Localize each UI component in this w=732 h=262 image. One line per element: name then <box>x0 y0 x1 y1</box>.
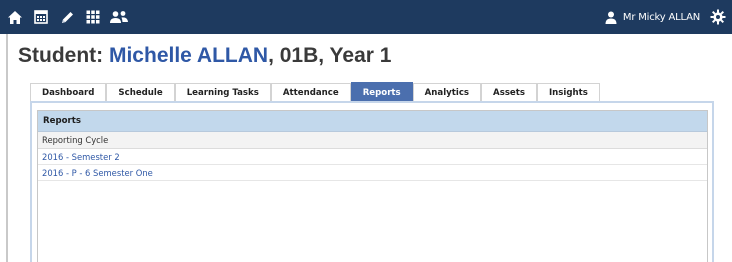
tab-schedule[interactable]: Schedule <box>106 83 175 102</box>
users-icon[interactable] <box>108 4 130 30</box>
tab-insights[interactable]: Insights <box>536 83 600 102</box>
home-icon[interactable] <box>4 4 26 30</box>
report-row[interactable]: 2016 - P - 6 Semester One <box>38 165 707 181</box>
user-menu[interactable]: Mr Micky ALLAN <box>605 0 726 34</box>
tab-learning-tasks[interactable]: Learning Tasks <box>174 83 271 102</box>
pencil-icon[interactable] <box>56 4 78 30</box>
tab-reports[interactable]: Reports <box>350 82 413 102</box>
gear-icon[interactable] <box>710 9 726 25</box>
page-title: Student: Michelle ALLAN, 01B, Year 1 <box>18 44 391 68</box>
reports-panel: Reports Reporting Cycle 2016 - Semester … <box>37 110 708 262</box>
title-prefix: Student: <box>18 44 109 67</box>
reporting-cycle-column-header[interactable]: Reporting Cycle <box>38 132 707 149</box>
user-icon <box>605 11 617 24</box>
top-navigation-bar: Mr Micky ALLAN <box>0 0 732 34</box>
student-name: Michelle ALLAN <box>108 44 269 67</box>
user-name[interactable]: Mr Micky ALLAN <box>623 12 700 23</box>
title-suffix: , 01B, Year 1 <box>268 44 392 67</box>
tab-bar: Dashboard Schedule Learning Tasks Attend… <box>30 82 600 102</box>
tab-assets[interactable]: Assets <box>481 83 537 102</box>
tab-attendance[interactable]: Attendance <box>270 83 351 102</box>
grid-icon[interactable] <box>82 4 104 30</box>
report-row[interactable]: 2016 - Semester 2 <box>38 149 707 165</box>
reports-panel-title: Reports <box>38 111 707 132</box>
left-frame-border <box>6 34 8 262</box>
calendar-icon[interactable] <box>30 4 52 30</box>
tab-dashboard[interactable]: Dashboard <box>30 83 107 102</box>
tab-analytics[interactable]: Analytics <box>412 83 482 102</box>
nav-icon-group <box>0 4 130 30</box>
